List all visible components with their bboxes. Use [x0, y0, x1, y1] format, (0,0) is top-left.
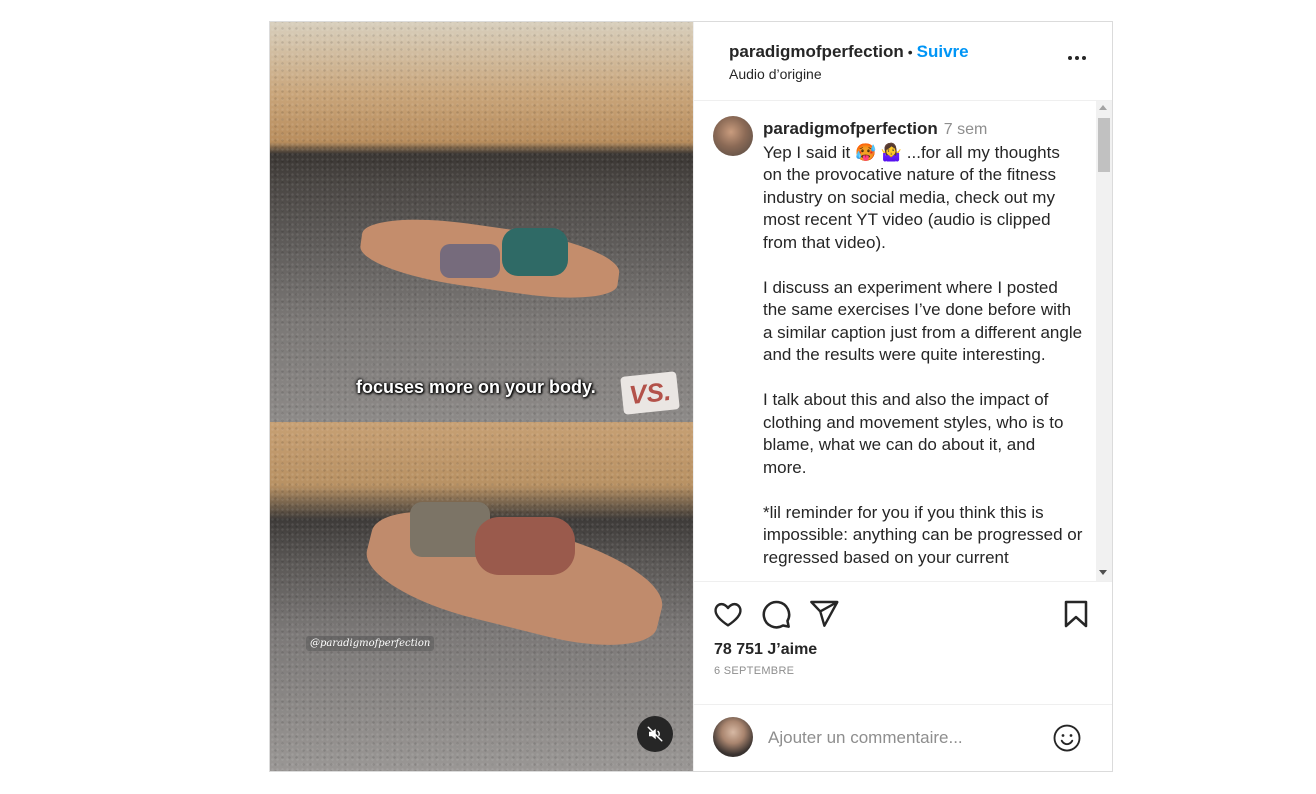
- scroll-down-arrow-icon[interactable]: [1099, 570, 1107, 575]
- post-dialog: focuses more on your body. VS. @paradigm…: [269, 21, 1113, 772]
- smiley-icon: [1053, 724, 1081, 752]
- scroll-up-arrow-icon[interactable]: [1099, 105, 1107, 110]
- separator-dot: •: [907, 44, 913, 60]
- author-username[interactable]: paradigmofperfection: [729, 42, 904, 62]
- comments-section: paradigmofperfection 7 sem Yep I said it …: [694, 101, 1112, 581]
- caption-timestamp[interactable]: 7 sem: [944, 121, 988, 138]
- post-date[interactable]: 6 SEPTEMBRE: [714, 665, 794, 677]
- comment-button[interactable]: [760, 598, 792, 630]
- like-count[interactable]: 78 751 J’aime: [714, 641, 817, 659]
- current-user-avatar: [713, 717, 753, 757]
- paper-plane-icon: [810, 600, 839, 627]
- muted-speaker-icon: [647, 726, 663, 742]
- vs-badge: VS.: [620, 371, 680, 415]
- post-caption: paradigmofperfection 7 sem Yep I said it …: [763, 118, 1083, 581]
- video-overlay-text: focuses more on your body.: [356, 377, 596, 397]
- heart-icon: [714, 602, 742, 627]
- caption-paragraph: I talk about this and also the impact of…: [763, 390, 1064, 477]
- post-sidebar: paradigmofperfection • Suivre Audio d’or…: [693, 22, 1112, 771]
- post-video[interactable]: focuses more on your body. VS. @paradigm…: [270, 22, 693, 771]
- bookmark-icon: [1064, 600, 1088, 628]
- caption-username[interactable]: paradigmofperfection: [763, 119, 938, 138]
- add-comment-bar: [694, 704, 1112, 770]
- comments-scrollbar[interactable]: [1096, 101, 1112, 581]
- post-actions: 78 751 J’aime 6 SEPTEMBRE: [694, 581, 1112, 771]
- person-shorts: [502, 228, 568, 276]
- comment-icon: [762, 600, 791, 629]
- follow-button[interactable]: Suivre: [917, 42, 969, 62]
- caption-paragraph: *lil reminder for you if you think this …: [763, 502, 1083, 567]
- person-shorts: [475, 517, 575, 575]
- audio-link[interactable]: Audio d’origine: [729, 66, 1112, 82]
- caption-paragraph: I discuss an experiment where I posted t…: [763, 277, 1083, 365]
- more-options-button[interactable]: [1068, 56, 1086, 60]
- share-button[interactable]: [808, 598, 840, 630]
- video-frame-top: [270, 22, 693, 422]
- save-button[interactable]: [1060, 598, 1092, 630]
- post-header: paradigmofperfection • Suivre Audio d’or…: [694, 22, 1112, 101]
- person-top-garment: [440, 244, 500, 278]
- more-options-icon: [1068, 56, 1072, 60]
- emoji-button[interactable]: [1052, 723, 1082, 753]
- caption-paragraph: Yep I said it 🥵 🤷‍♀️ ...for all my thoug…: [763, 142, 1060, 252]
- like-button[interactable]: [712, 598, 744, 630]
- comment-input[interactable]: [768, 725, 1038, 751]
- author-avatar[interactable]: [713, 116, 753, 156]
- video-watermark: @paradigmofperfection: [306, 636, 435, 651]
- mute-button[interactable]: [637, 716, 673, 752]
- scrollbar-thumb[interactable]: [1098, 118, 1110, 172]
